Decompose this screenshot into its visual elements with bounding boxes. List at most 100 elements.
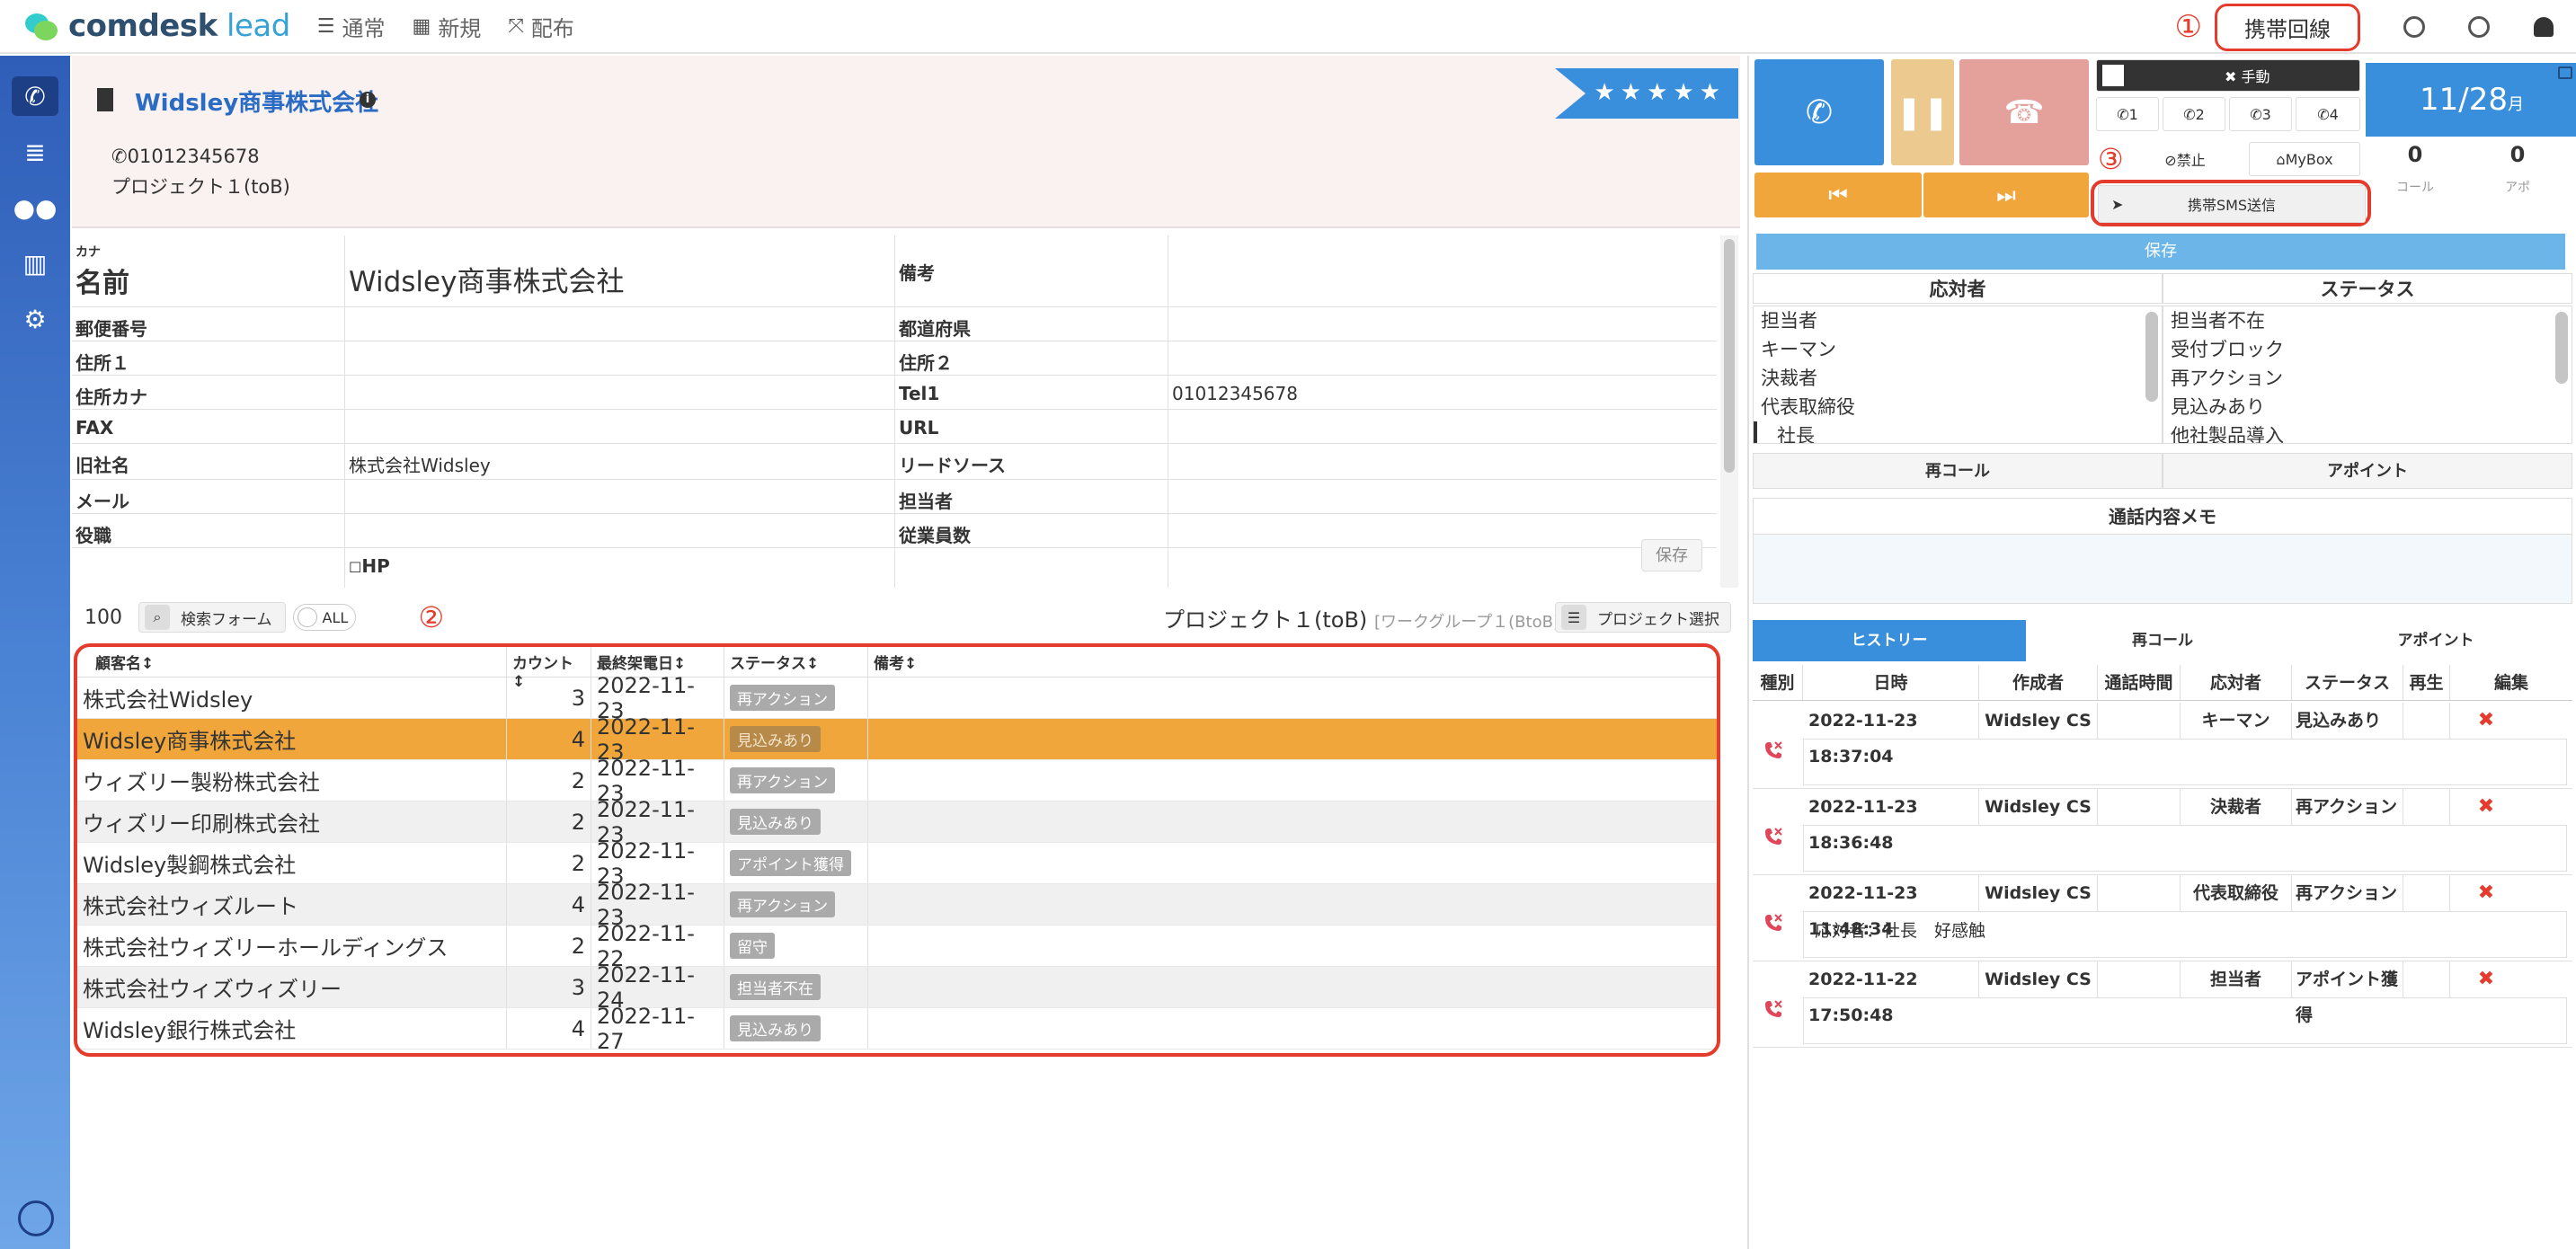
line-4-button[interactable]: ✆ 4 bbox=[2296, 97, 2360, 131]
call-button[interactable]: ✆ bbox=[1754, 59, 1884, 165]
col-count[interactable]: カウント↕ bbox=[507, 647, 591, 691]
delete-icon[interactable]: ✖ bbox=[2450, 789, 2522, 825]
form-field[interactable] bbox=[345, 480, 895, 513]
search-form-button[interactable]: ⌕ 検索フォーム bbox=[138, 602, 286, 633]
bell-icon[interactable] bbox=[2527, 11, 2560, 43]
info-icon[interactable]: i bbox=[360, 92, 376, 108]
tab-history[interactable]: ヒストリー bbox=[1753, 620, 2026, 661]
history-memo[interactable] bbox=[1803, 739, 2567, 785]
nav-new[interactable]: ▦ 新規 bbox=[413, 11, 482, 42]
sidebar-item-settings[interactable]: ⚙ bbox=[0, 291, 70, 347]
form-field[interactable] bbox=[345, 307, 895, 341]
delete-icon[interactable]: ✖ bbox=[2450, 875, 2522, 911]
mobile-line-button[interactable]: 携帯回線 bbox=[2215, 3, 2360, 51]
responder-select[interactable]: 担当者 キーマン 決裁者 代表取締役 社長 bbox=[1753, 306, 2163, 444]
responder-option[interactable]: キーマン bbox=[1754, 335, 2162, 364]
form-field[interactable] bbox=[345, 410, 895, 443]
form-field[interactable] bbox=[1168, 480, 1717, 513]
status-option[interactable]: 受付ブロック bbox=[2163, 335, 2572, 364]
form-field[interactable] bbox=[1168, 444, 1717, 479]
list-row[interactable]: Widsley銀行株式会社 4 2022-11-27 見込みあり bbox=[77, 1004, 1717, 1053]
status-select[interactable]: 担当者不在 受付ブロック 再アクション 見込みあり 他社製品導入 bbox=[2163, 306, 2572, 444]
hangup-button[interactable]: ☎ bbox=[1959, 59, 2089, 165]
list-row[interactable]: ウィズリー印刷株式会社 2 2022-11-23 見込みあり bbox=[77, 797, 1717, 847]
history-memo[interactable]: 応対者：社長 好感触 bbox=[1803, 911, 2567, 958]
sidebar-item-reports[interactable]: ▥ bbox=[0, 235, 70, 291]
responder-option[interactable]: 決裁者 bbox=[1754, 364, 2162, 393]
remarks-textarea[interactable] bbox=[1168, 235, 1717, 306]
status-option[interactable]: 見込みあり bbox=[2163, 393, 2572, 421]
mybox-button[interactable]: ⌂ MyBox bbox=[2249, 142, 2360, 176]
line-2-button[interactable]: ✆ 2 bbox=[2163, 97, 2225, 131]
responder-option[interactable]: 担当者 bbox=[1754, 306, 2162, 335]
nav-distribute[interactable]: ⤧ 配布 bbox=[508, 11, 574, 42]
tab-appoint[interactable]: アポイント bbox=[2299, 620, 2572, 661]
col-customer-name[interactable]: 顧客名↕ bbox=[77, 647, 507, 677]
list-row-selected[interactable]: Widsley商事株式会社 4 2022-11-23 見込みあり bbox=[77, 714, 1717, 765]
delete-icon[interactable]: ✖ bbox=[2450, 961, 2522, 997]
history-memo[interactable] bbox=[1803, 997, 2567, 1044]
company-name[interactable]: Widsley商事株式会社 bbox=[135, 84, 378, 118]
form-field[interactable] bbox=[345, 514, 895, 547]
responder-option[interactable]: 社長 bbox=[1754, 421, 2162, 443]
project-select-button[interactable]: ☰ プロジェクト選択 bbox=[1555, 602, 1731, 633]
status-option[interactable]: 他社製品導入 bbox=[2163, 421, 2572, 443]
hold-button[interactable]: ❚❚ bbox=[1891, 59, 1954, 165]
clock-green-icon[interactable] bbox=[2398, 11, 2430, 43]
history-play[interactable] bbox=[2403, 875, 2450, 911]
ban-button[interactable]: ⊘禁止 bbox=[2127, 142, 2243, 176]
sms-send-button[interactable]: ➤ 携帯SMS送信 bbox=[2098, 185, 2366, 223]
col-status[interactable]: ステータス↕ bbox=[724, 647, 868, 677]
delete-icon[interactable]: ✖ bbox=[2450, 703, 2522, 739]
sidebar-item-users[interactable]: ●● bbox=[0, 180, 70, 235]
save-button[interactable]: 保存 bbox=[1756, 234, 2565, 270]
form-field[interactable] bbox=[345, 341, 895, 375]
status-scrollbar[interactable] bbox=[2555, 312, 2568, 384]
status-option[interactable]: 担当者不在 bbox=[2163, 306, 2572, 335]
status-option[interactable]: 再アクション bbox=[2163, 364, 2572, 393]
list-row[interactable]: 株式会社ウィズルート 4 2022-11-23 再アクション bbox=[77, 880, 1717, 930]
history-play[interactable] bbox=[2403, 789, 2450, 825]
line-3-button[interactable]: ✆ 3 bbox=[2229, 97, 2292, 131]
history-play[interactable] bbox=[2403, 703, 2450, 739]
rating-stars[interactable]: ★★★★★ bbox=[1594, 79, 1726, 106]
tab-recall[interactable]: 再コール bbox=[2026, 620, 2299, 661]
line-1-button[interactable]: ✆ 1 bbox=[2096, 97, 2159, 131]
previous-button[interactable]: ⏮ bbox=[1754, 173, 1922, 217]
form-scrollbar[interactable] bbox=[1720, 235, 1738, 588]
history-memo[interactable] bbox=[1803, 825, 2567, 872]
app-logo[interactable]: comdesk lead bbox=[23, 8, 290, 44]
list-row[interactable]: ウィズリー製粉株式会社 2 2022-11-23 再アクション bbox=[77, 756, 1717, 806]
responder-option[interactable]: 代表取締役 bbox=[1754, 393, 2162, 421]
form-field[interactable] bbox=[1168, 410, 1717, 443]
calendar-icon[interactable] bbox=[2558, 66, 2572, 79]
all-toggle[interactable]: ALL bbox=[292, 604, 356, 631]
name-field[interactable]: Widsley商事株式会社 bbox=[345, 235, 895, 306]
form-field[interactable]: 01012345678 bbox=[1168, 376, 1717, 409]
next-button[interactable]: ⏭ bbox=[1923, 173, 2089, 217]
form-save-button[interactable]: 保存 bbox=[1641, 539, 1702, 571]
hp-checkbox[interactable]: ☐HP bbox=[345, 548, 895, 588]
nav-normal[interactable]: ☰ 通常 bbox=[317, 11, 386, 42]
memo-textarea[interactable] bbox=[1753, 534, 2572, 604]
form-field[interactable] bbox=[1168, 514, 1717, 547]
form-field[interactable] bbox=[1168, 341, 1717, 375]
list-row[interactable]: 株式会社ウィズウィズリー 3 2022-11-24 担当者不在 bbox=[77, 962, 1717, 1013]
list-row[interactable]: Widsley製鋼株式会社 2 2022-11-23 アポイント獲得 bbox=[77, 838, 1717, 889]
rating-ribbon[interactable]: ★★★★★ bbox=[1555, 68, 1738, 119]
form-field[interactable] bbox=[1168, 307, 1717, 341]
col-remarks[interactable]: 備考↕ bbox=[868, 647, 1717, 677]
history-play[interactable] bbox=[2403, 961, 2450, 997]
user-avatar-icon[interactable] bbox=[18, 1200, 54, 1236]
clock-red-icon[interactable] bbox=[2463, 11, 2495, 43]
sidebar-item-phone[interactable]: ✆ bbox=[0, 68, 70, 124]
manual-toggle[interactable]: ✖ 手動 bbox=[2096, 59, 2360, 92]
list-row[interactable]: 株式会社ウィズリーホールディングス 2 2022-11-22 留守 bbox=[77, 921, 1717, 971]
list-row[interactable]: 株式会社Widsley 3 2022-11-23 再アクション bbox=[77, 673, 1717, 723]
recall-button[interactable]: 再コール bbox=[1753, 453, 2163, 489]
sidebar-item-database[interactable]: ≣ bbox=[0, 124, 70, 180]
form-field[interactable] bbox=[345, 376, 895, 409]
form-field[interactable]: 株式会社Widsley bbox=[345, 444, 895, 479]
responder-scrollbar[interactable] bbox=[2145, 312, 2158, 402]
appoint-button[interactable]: アポイント bbox=[2163, 453, 2572, 489]
